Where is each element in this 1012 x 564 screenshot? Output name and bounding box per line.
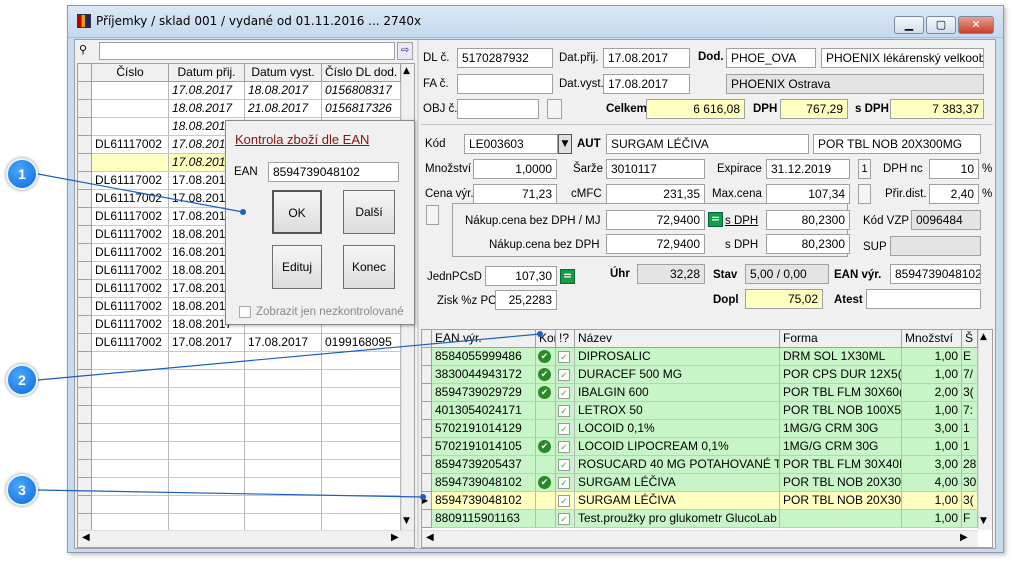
callout-1: 1 <box>6 158 38 190</box>
callout-3: 3 <box>6 474 38 506</box>
callout-lines <box>37 173 543 500</box>
callout-2: 2 <box>6 364 38 396</box>
